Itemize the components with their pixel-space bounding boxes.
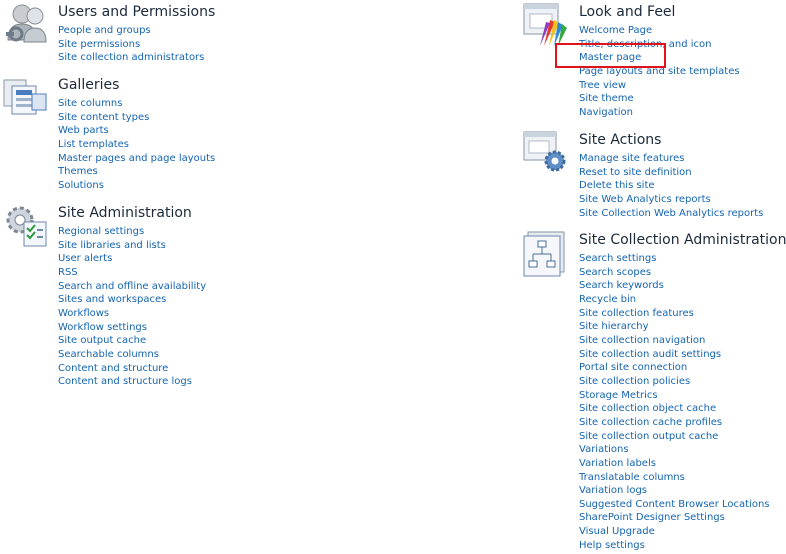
section-title: Look and Feel <box>579 4 676 20</box>
list-item: Site collection object cache <box>579 399 770 414</box>
list-item: Search keywords <box>579 276 770 291</box>
list-item: Title, description, and icon <box>579 35 740 50</box>
site-actions-links: Manage site features Reset to site defin… <box>579 149 763 219</box>
list-item: Site content types <box>58 108 215 123</box>
list-item: Manage site features <box>579 149 763 164</box>
site-administration-icon <box>6 206 47 247</box>
list-item: Site collection policies <box>579 372 770 387</box>
galleries-links: Site columns Site content types Web part… <box>58 94 215 191</box>
list-item: Site theme <box>579 89 740 104</box>
list-item: Search settings <box>579 249 770 264</box>
list-item: Visual Upgrade <box>579 522 770 537</box>
list-item: Sites and workspaces <box>58 290 206 305</box>
list-item: Site hierarchy <box>579 317 770 332</box>
list-item: Master pages and page layouts <box>58 149 215 164</box>
list-item: Delete this site <box>579 176 763 191</box>
link-site-collection-web-analytics-reports[interactable]: Site Collection Web Analytics reports <box>579 208 763 219</box>
list-item: Site output cache <box>58 331 206 346</box>
list-item: Site collection cache profiles <box>579 413 770 428</box>
list-item: Variations <box>579 440 770 455</box>
list-item: Navigation <box>579 103 740 118</box>
list-item: Searchable columns <box>58 345 206 360</box>
list-item: Site libraries and lists <box>58 236 206 251</box>
list-item: Tree view <box>579 76 740 91</box>
list-item: People and groups <box>58 21 204 36</box>
link-navigation[interactable]: Navigation <box>579 107 633 118</box>
list-item: Welcome Page <box>579 21 740 36</box>
list-item: Site Web Analytics reports <box>579 190 763 205</box>
list-item: Recycle bin <box>579 290 770 305</box>
list-item: Suggested Content Browser Locations <box>579 495 770 510</box>
list-item: List templates <box>58 135 215 150</box>
site-administration-links: Regional settings Site libraries and lis… <box>58 222 206 387</box>
users-permissions-icon <box>6 4 47 43</box>
look-and-feel-links: Welcome Page Title, description, and ico… <box>579 21 740 118</box>
list-item: Site collection audit settings <box>579 345 770 360</box>
list-item: Site collection features <box>579 304 770 319</box>
section-title: Site Collection Administration <box>579 232 786 248</box>
list-item: Site Collection Web Analytics reports <box>579 204 763 219</box>
list-item: Portal site connection <box>579 358 770 373</box>
list-item: Workflows <box>58 304 206 319</box>
list-item: Content and structure <box>58 359 206 374</box>
site-collection-administration-icon <box>523 231 565 277</box>
look-and-feel-icon <box>523 3 567 46</box>
list-item: Regional settings <box>58 222 206 237</box>
site-actions-icon <box>523 131 566 172</box>
list-item: Site collection administrators <box>58 48 204 63</box>
list-item: Help settings <box>579 536 770 551</box>
list-item: Site collection navigation <box>579 331 770 346</box>
section-title: Users and Permissions <box>58 4 216 20</box>
list-item: RSS <box>58 263 206 278</box>
section-title: Site Administration <box>58 205 192 221</box>
list-item: Translatable columns <box>579 468 770 483</box>
section-title: Galleries <box>58 77 120 93</box>
link-solutions[interactable]: Solutions <box>58 180 104 191</box>
list-item: Variation logs <box>579 481 770 496</box>
list-item: Site permissions <box>58 35 204 50</box>
list-item: SharePoint Designer Settings <box>579 508 770 523</box>
list-item: Site columns <box>58 94 215 109</box>
list-item: Workflow settings <box>58 318 206 333</box>
list-item: Storage Metrics <box>579 386 770 401</box>
list-item: Web parts <box>58 121 215 136</box>
list-item: Site collection output cache <box>579 427 770 442</box>
link-help-settings[interactable]: Help settings <box>579 540 645 551</box>
list-item: Reset to site definition <box>579 163 763 178</box>
link-content-and-structure-logs[interactable]: Content and structure logs <box>58 376 192 387</box>
users-permissions-links: People and groups Site permissions Site … <box>58 21 204 63</box>
site-collection-administration-links: Search settings Search scopes Search key… <box>579 249 770 551</box>
galleries-icon <box>3 79 47 115</box>
link-site-collection-administrators[interactable]: Site collection administrators <box>58 52 204 63</box>
list-item: User alerts <box>58 249 206 264</box>
list-item: Themes <box>58 162 215 177</box>
list-item: Solutions <box>58 176 215 191</box>
list-item: Search and offline availability <box>58 277 206 292</box>
list-item: Search scopes <box>579 263 770 278</box>
section-title: Site Actions <box>579 132 662 148</box>
list-item: Content and structure logs <box>58 372 206 387</box>
list-item: Page layouts and site templates <box>579 62 740 77</box>
list-item: Variation labels <box>579 454 770 469</box>
list-item: Master page <box>579 48 740 63</box>
